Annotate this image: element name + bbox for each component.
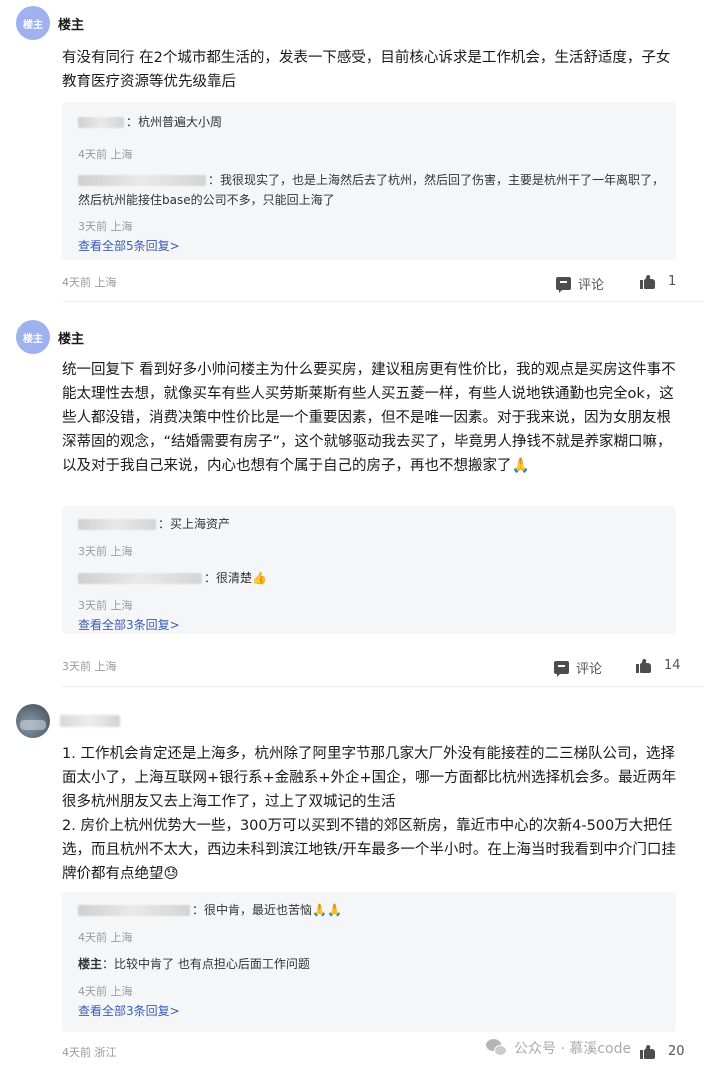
reply-item[interactable]: ：很中肯，最近也苦恼🙏🙏 bbox=[78, 900, 668, 920]
post-meta: 3天前 上海 bbox=[62, 660, 117, 673]
view-all-replies-link[interactable]: 查看全部3条回复> bbox=[78, 616, 180, 633]
thumbs-up-icon bbox=[640, 1044, 656, 1059]
reply-meta: 4天前 上海 bbox=[78, 148, 133, 161]
reply-meta: 4天前 上海 bbox=[78, 931, 133, 944]
post-meta: 4天前 浙江 bbox=[62, 1046, 117, 1059]
reply-author-redacted bbox=[78, 519, 156, 530]
like-button[interactable]: 14 bbox=[636, 658, 681, 673]
username-redacted[interactable] bbox=[60, 715, 120, 727]
like-count: 14 bbox=[664, 658, 681, 673]
view-all-replies-link[interactable]: 查看全部5条回复> bbox=[78, 237, 180, 254]
post-content: 有没有同行 在2个城市都生活的，发表一下感受，目前核心诉求是工作机会，生活舒适度… bbox=[62, 50, 671, 90]
like-button[interactable]: 1 bbox=[640, 274, 676, 289]
like-count: 20 bbox=[668, 1044, 685, 1059]
reply-meta: 4天前 上海 bbox=[78, 985, 133, 998]
post-content: 统一回复下 看到好多小帅问楼主为什么要买房，建议租房更有性价比，我的观点是买房这… bbox=[62, 362, 676, 474]
post-divider bbox=[62, 686, 704, 687]
comment-button[interactable]: 评论 bbox=[554, 658, 602, 677]
avatar[interactable]: 楼主 bbox=[16, 6, 50, 40]
thumbs-up-icon bbox=[640, 274, 656, 289]
like-button[interactable]: 20 bbox=[640, 1044, 685, 1059]
wechat-icon bbox=[486, 1039, 508, 1057]
comment-icon bbox=[554, 661, 569, 677]
username[interactable]: 楼主 bbox=[58, 14, 84, 33]
reply-item[interactable]: 楼主：比较中肯了 也有点担心后面工作问题 bbox=[78, 954, 668, 974]
reply-author-redacted bbox=[78, 905, 190, 916]
reply-meta: 3天前 上海 bbox=[78, 220, 133, 233]
reply-item[interactable]: ：杭州普遍大小周 bbox=[78, 112, 668, 132]
watermark: 公众号 · 慕溪code bbox=[486, 1038, 631, 1058]
reply-item[interactable]: ：买上海资产 bbox=[78, 514, 668, 534]
reply-meta: 3天前 上海 bbox=[78, 545, 133, 558]
reply-item[interactable]: ：很清楚👍 bbox=[78, 568, 668, 588]
thumbs-up-icon bbox=[636, 658, 652, 673]
post-header bbox=[16, 704, 128, 738]
post-content: 1. 工作机会肯定还是上海多，杭州除了阿里字节那几家大厂外没有能接茬的二三梯队公… bbox=[62, 746, 677, 882]
post-meta: 4天前 上海 bbox=[62, 276, 117, 289]
like-count: 1 bbox=[668, 274, 677, 289]
post-divider bbox=[62, 301, 704, 302]
reply-box: ：买上海资产 3天前 上海 ：很清楚👍 3天前 上海 查看全部3条回复> bbox=[62, 506, 676, 634]
reply-author-redacted bbox=[78, 175, 206, 186]
reply-author-redacted bbox=[78, 117, 124, 128]
reply-meta: 3天前 上海 bbox=[78, 599, 133, 612]
avatar[interactable]: 楼主 bbox=[16, 320, 50, 354]
comment-icon bbox=[556, 277, 571, 293]
comment-button[interactable]: 评论 bbox=[556, 274, 604, 293]
post-header: 楼主 楼主 bbox=[16, 320, 84, 354]
post-header: 楼主 楼主 bbox=[16, 6, 84, 40]
reply-author-redacted bbox=[78, 573, 202, 584]
avatar[interactable] bbox=[16, 704, 50, 738]
reply-box: ：杭州普遍大小周 4天前 上海 ：我很现实了，也是上海然后去了杭州，然后回了伤害… bbox=[62, 102, 676, 260]
reply-item[interactable]: ：我很现实了，也是上海然后去了杭州，然后回了伤害，主要是杭州干了一年离职了，然后… bbox=[78, 170, 668, 210]
view-all-replies-link[interactable]: 查看全部3条回复> bbox=[78, 1002, 180, 1019]
reply-box: ：很中肯，最近也苦恼🙏🙏 4天前 上海 楼主：比较中肯了 也有点担心后面工作问题… bbox=[62, 892, 676, 1032]
username[interactable]: 楼主 bbox=[58, 328, 84, 347]
